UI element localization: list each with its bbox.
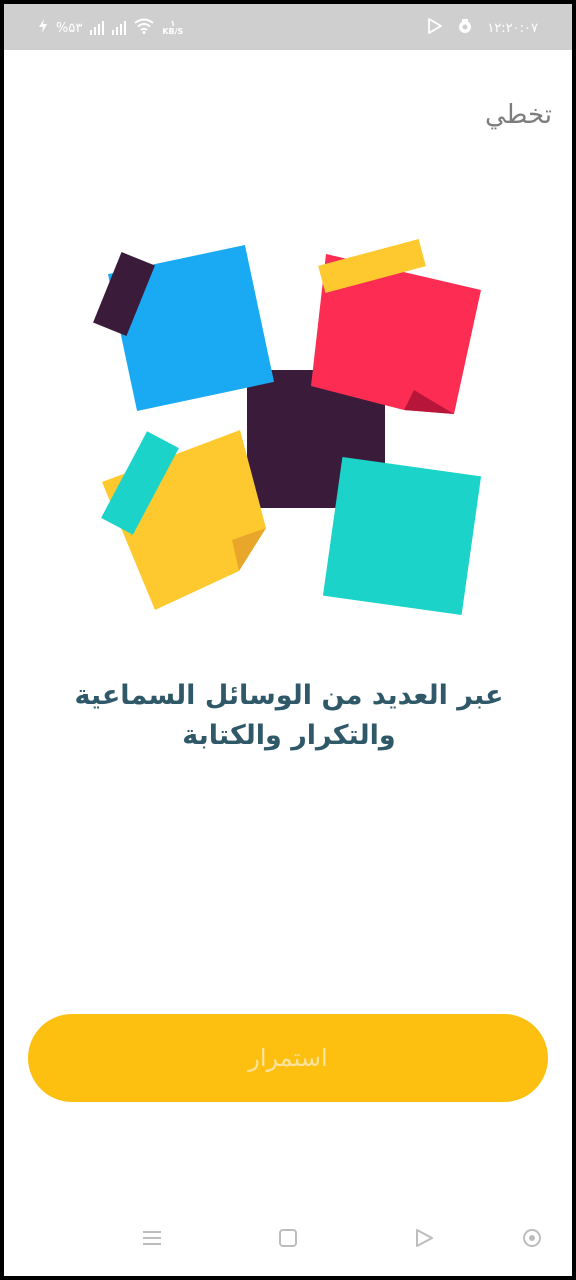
- blue-note: [93, 244, 275, 412]
- app-screen: %۵۳ ۱ KB/S ۱۲:۲۰:۰۷ تخطي عبر العديد من ا…: [4, 4, 572, 1276]
- battery-percentage: %۵۳: [56, 20, 83, 36]
- play-store-icon: [427, 18, 443, 38]
- status-left: %۵۳ ۱ KB/S: [38, 18, 183, 38]
- yellow-note: [101, 430, 266, 610]
- app-notification-icon: [457, 18, 473, 38]
- clock: ۱۲:۲۰:۰۷: [487, 20, 538, 36]
- back-triangle-icon[interactable]: [406, 1220, 442, 1256]
- menu-icon[interactable]: [134, 1220, 170, 1256]
- red-note: [311, 239, 481, 414]
- caption-line-2: والتكرار والكتابة: [182, 720, 396, 751]
- caption-line-1: عبر العديد من الوسائل السماعية: [74, 680, 504, 711]
- network-speed-unit: KB/S: [162, 27, 184, 36]
- teal-note: [322, 456, 482, 616]
- home-square-icon[interactable]: [270, 1220, 306, 1256]
- status-bar: %۵۳ ۱ KB/S ۱۲:۲۰:۰۷: [4, 4, 572, 50]
- signal-icon: [90, 21, 105, 35]
- onboarding-caption: عبر العديد من الوسائل السماعية والتكرار …: [44, 676, 534, 756]
- accessibility-icon[interactable]: [514, 1220, 550, 1256]
- navigation-bar: [4, 1210, 572, 1266]
- charging-icon: [38, 19, 48, 37]
- signal-icon-2: [112, 21, 127, 35]
- skip-button[interactable]: تخطي: [485, 100, 552, 130]
- wifi-icon: [134, 18, 154, 38]
- continue-button[interactable]: استمرار: [28, 1014, 548, 1102]
- network-speed: ۱ KB/S: [162, 20, 183, 36]
- sticky-notes-illustration: [93, 239, 482, 616]
- status-right: ۱۲:۲۰:۰۷: [427, 18, 538, 38]
